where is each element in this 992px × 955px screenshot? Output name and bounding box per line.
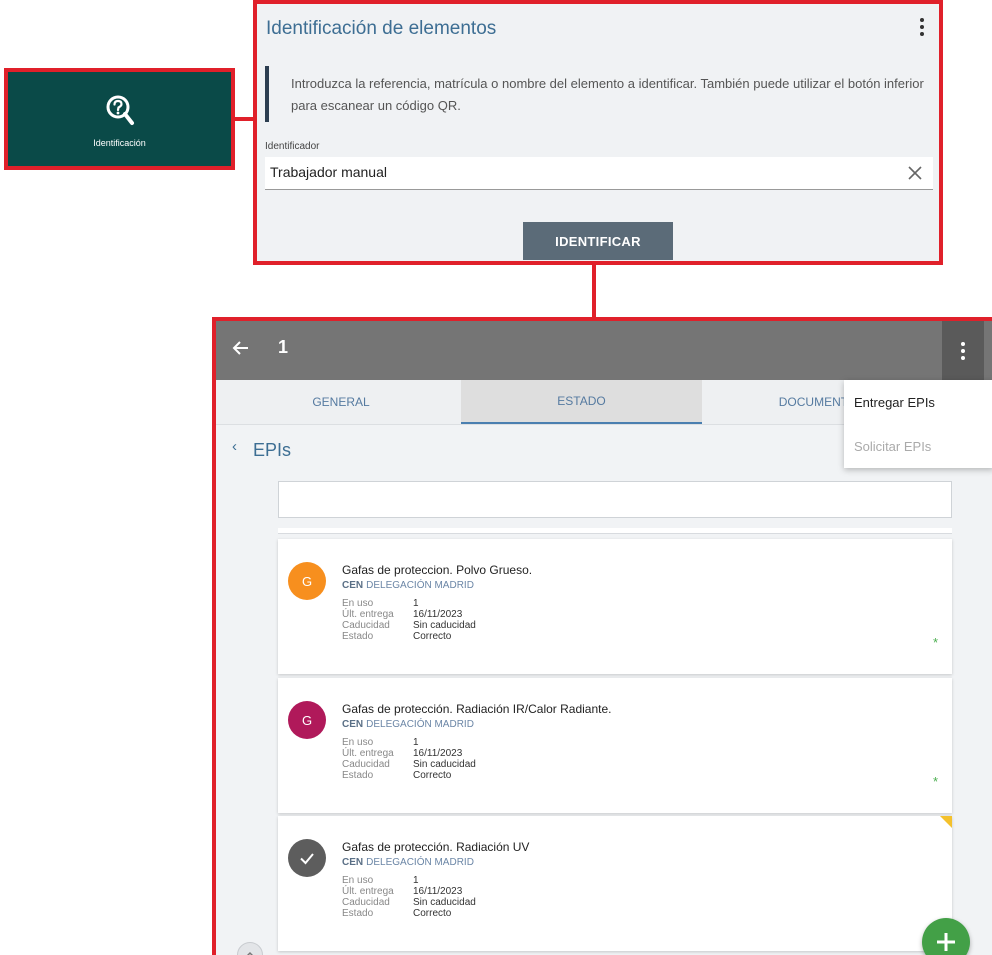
scroll-up-button[interactable] [237,942,263,955]
warning-corner-flag [940,816,952,828]
item-location: CEN DELEGACIÓN MADRID [342,580,474,591]
item-details: En uso 1 Últ. entrega 16/11/2023 Caducidad… [342,737,476,781]
search-question-icon [106,95,134,125]
status-icon: * [932,635,938,650]
top-bar: 1 [216,321,992,380]
item-title: Gafas de protección. Radiación UV [342,840,530,854]
tab-general[interactable]: GENERAL [221,380,461,424]
record-id: 1 [278,337,289,357]
clear-icon[interactable] [905,163,925,183]
list-separator [278,528,952,534]
detail-view: 1 GENERAL ESTADO DOCUMENTOS Entregar EPI… [212,317,992,955]
identifier-label: Identificador [265,141,320,152]
tile-inner: Identificación [12,76,227,162]
section-title[interactable]: EPIs [253,440,291,461]
item-details: En uso 1 Últ. entrega 16/11/2023 Caducidad… [342,598,476,642]
chevron-left-icon[interactable]: ‹ [232,438,237,455]
item-title: Gafas de protección. Radiación IR/Calor … [342,702,612,716]
list-item[interactable]: Gafas de protección. Radiación UV CEN DEL… [278,816,952,951]
connector-line [592,265,596,317]
back-arrow-icon[interactable] [232,339,250,357]
menu-item-solicitar-epis[interactable]: Solicitar EPIs [844,424,992,468]
identifier-value[interactable]: Trabajador manual [270,164,387,180]
instruction-note: Introduzca la referencia, matrícula o no… [265,66,925,122]
chevron-up-icon [246,951,254,955]
add-button[interactable] [922,918,970,955]
item-details: En uso 1 Últ. entrega 16/11/2023 Caducidad… [342,875,476,919]
panel-title: Identificación de elementos [266,18,497,39]
status-icon: * [932,774,938,789]
identifier-field[interactable]: Trabajador manual [265,157,933,190]
identification-tile[interactable]: Identificación [4,68,235,170]
identify-button[interactable]: IDENTIFICAR [523,222,673,260]
more-options-icon[interactable] [919,18,925,36]
list-item[interactable]: G Gafas de proteccion. Polvo Grueso. CEN… [278,539,952,674]
check-icon [288,839,326,877]
tab-estado[interactable]: ESTADO [461,380,702,424]
menu-item-entregar-epis[interactable]: Entregar EPIs [844,380,992,424]
item-location: CEN DELEGACIÓN MADRID [342,719,474,730]
avatar: G [288,562,326,600]
item-title: Gafas de proteccion. Polvo Grueso. [342,563,533,577]
list-item[interactable]: G Gafas de protección. Radiación IR/Calo… [278,678,952,813]
avatar: G [288,701,326,739]
more-options-icon[interactable] [942,321,984,380]
identification-panel: Identificación de elementos Introduzca l… [253,0,943,265]
action-menu: Entregar EPIs Solicitar EPIs [844,380,992,468]
plus-icon [937,933,955,951]
item-location: CEN DELEGACIÓN MADRID [342,857,474,868]
tile-label: Identificación [93,138,146,148]
search-input[interactable] [278,481,952,518]
